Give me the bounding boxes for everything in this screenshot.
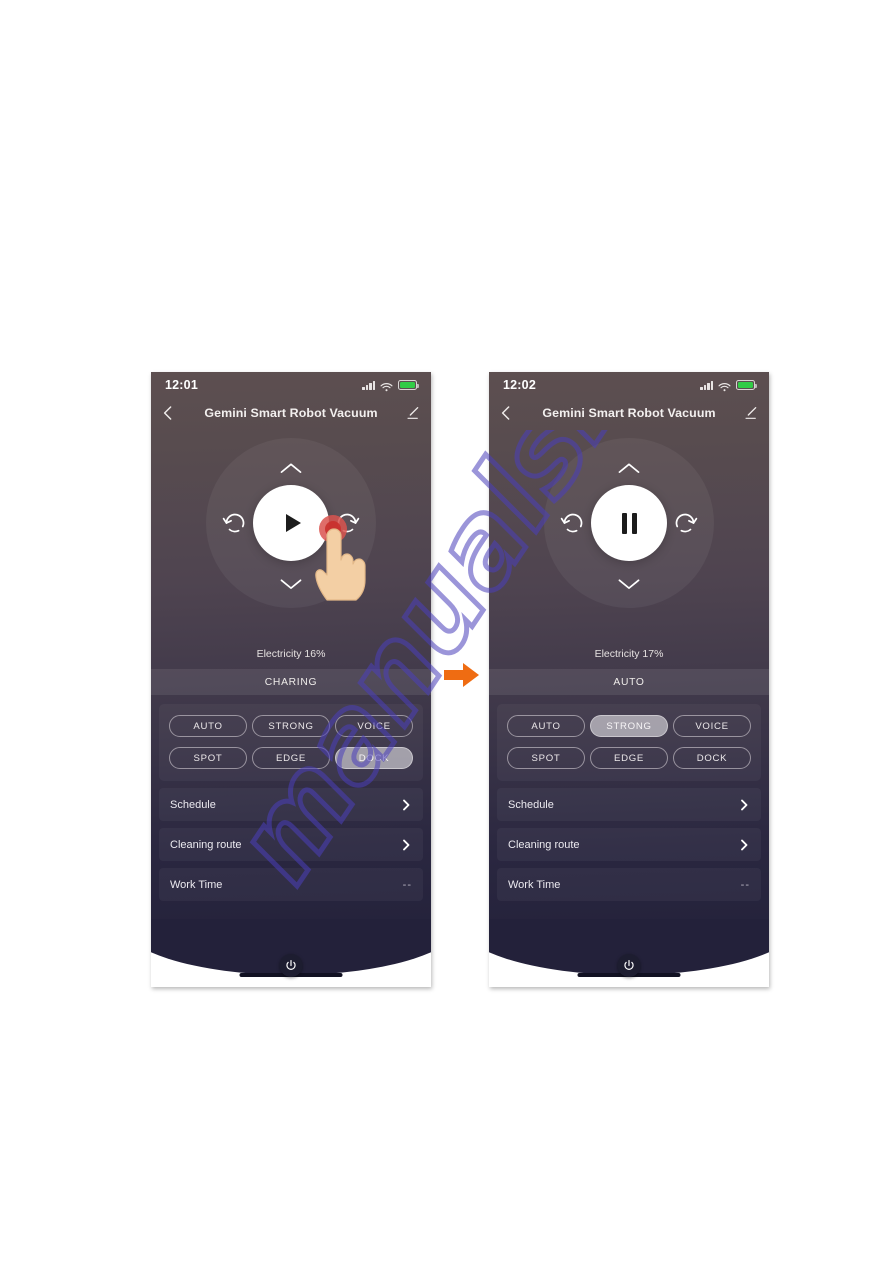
mode-button-spot[interactable]: SPOT [507, 747, 585, 769]
mode-row: SPOT EDGE DOCK [507, 747, 751, 769]
chevron-right-icon [400, 839, 412, 851]
mode-button-auto[interactable]: AUTO [169, 715, 247, 737]
battery-level-label: Electricity 17% [594, 648, 664, 660]
phone-home-area [151, 919, 431, 987]
status-badge: CHARING [151, 669, 431, 695]
status-bar: 12:02 [489, 372, 769, 398]
chevron-down-icon[interactable] [616, 576, 642, 592]
pencil-icon[interactable] [405, 405, 421, 421]
page-title: Gemini Smart Robot Vacuum [204, 406, 378, 420]
chevron-up-icon[interactable] [278, 460, 304, 476]
start-pause-button[interactable] [591, 485, 667, 561]
mode-button-edge[interactable]: EDGE [590, 747, 668, 769]
wifi-icon [718, 380, 731, 392]
status-icon-group [700, 380, 757, 392]
power-icon[interactable] [617, 954, 641, 977]
phone-mockup-after: 12:02 Gemini Smart Robot Vacuum Electric… [489, 372, 769, 987]
chevron-left-icon[interactable] [497, 404, 515, 422]
rotate-right-icon[interactable] [672, 510, 698, 536]
cellular-signal-icon [362, 380, 375, 390]
chevron-left-icon[interactable] [159, 404, 177, 422]
battery-charging-icon [736, 380, 757, 390]
phone-home-area [489, 919, 769, 987]
pause-icon [621, 512, 637, 534]
list-item-label: Work Time [170, 878, 223, 891]
chevron-right-icon [738, 799, 750, 811]
chevron-down-icon[interactable] [278, 576, 304, 592]
mode-row: AUTO STRONG VOICE [507, 715, 751, 737]
list-item-label: Schedule [170, 798, 216, 811]
mode-buttons-panel: AUTO STRONG VOICE SPOT EDGE DOCK [159, 704, 423, 781]
mode-row: SPOT EDGE DOCK [169, 747, 413, 769]
chevron-up-icon[interactable] [616, 460, 642, 476]
mode-button-edge[interactable]: EDGE [252, 747, 330, 769]
app-navigation-bar: Gemini Smart Robot Vacuum [151, 398, 431, 428]
pencil-icon[interactable] [743, 405, 759, 421]
rotate-left-icon[interactable] [560, 510, 586, 536]
mode-button-dock[interactable]: DOCK [673, 747, 751, 769]
list-item-work-time[interactable]: Work Time -- [497, 868, 761, 901]
battery-level-label: Electricity 16% [256, 648, 326, 660]
status-clock: 12:01 [165, 378, 198, 392]
mode-row: AUTO STRONG VOICE [169, 715, 413, 737]
list-item-label: Cleaning route [508, 838, 580, 851]
finger-tap-icon [303, 514, 373, 608]
list-item-cleaning-route[interactable]: Cleaning route [159, 828, 423, 861]
list-item-label: Schedule [508, 798, 554, 811]
list-item-label: Work Time [508, 878, 561, 891]
status-bar: 12:01 [151, 372, 431, 398]
mode-button-dock[interactable]: DOCK [335, 747, 413, 769]
status-badge: AUTO [489, 669, 769, 695]
battery-charging-icon [398, 380, 419, 390]
page-title: Gemini Smart Robot Vacuum [542, 406, 716, 420]
play-icon [285, 514, 301, 532]
phone-mockup-before: 12:01 Gemini Smart Robot Vacuum Electric… [151, 372, 431, 987]
chevron-right-icon [400, 799, 412, 811]
control-ring [544, 438, 714, 608]
app-screen: 12:02 Gemini Smart Robot Vacuum Electric… [489, 372, 769, 950]
mode-button-spot[interactable]: SPOT [169, 747, 247, 769]
list-item-schedule[interactable]: Schedule [497, 788, 761, 821]
work-time-value: -- [402, 878, 412, 891]
arrow-right-icon [444, 661, 480, 689]
list-item-label: Cleaning route [170, 838, 242, 851]
app-navigation-bar: Gemini Smart Robot Vacuum [489, 398, 769, 428]
control-pad [151, 428, 431, 646]
status-clock: 12:02 [503, 378, 536, 392]
mode-button-voice[interactable]: VOICE [673, 715, 751, 737]
wifi-icon [380, 380, 393, 392]
list-item-work-time[interactable]: Work Time -- [159, 868, 423, 901]
list-item-cleaning-route[interactable]: Cleaning route [497, 828, 761, 861]
cellular-signal-icon [700, 380, 713, 390]
page-canvas: 12:01 Gemini Smart Robot Vacuum Electric… [0, 0, 893, 1263]
status-icon-group [362, 380, 419, 392]
list-item-schedule[interactable]: Schedule [159, 788, 423, 821]
work-time-value: -- [740, 878, 750, 891]
mode-button-auto[interactable]: AUTO [507, 715, 585, 737]
mode-button-strong[interactable]: STRONG [590, 715, 668, 737]
rotate-left-icon[interactable] [222, 510, 248, 536]
mode-buttons-panel: AUTO STRONG VOICE SPOT EDGE DOCK [497, 704, 761, 781]
control-pad [489, 428, 769, 646]
mode-button-strong[interactable]: STRONG [252, 715, 330, 737]
mode-button-voice[interactable]: VOICE [335, 715, 413, 737]
app-screen: 12:01 Gemini Smart Robot Vacuum Electric… [151, 372, 431, 950]
chevron-right-icon [738, 839, 750, 851]
power-icon[interactable] [279, 954, 303, 977]
